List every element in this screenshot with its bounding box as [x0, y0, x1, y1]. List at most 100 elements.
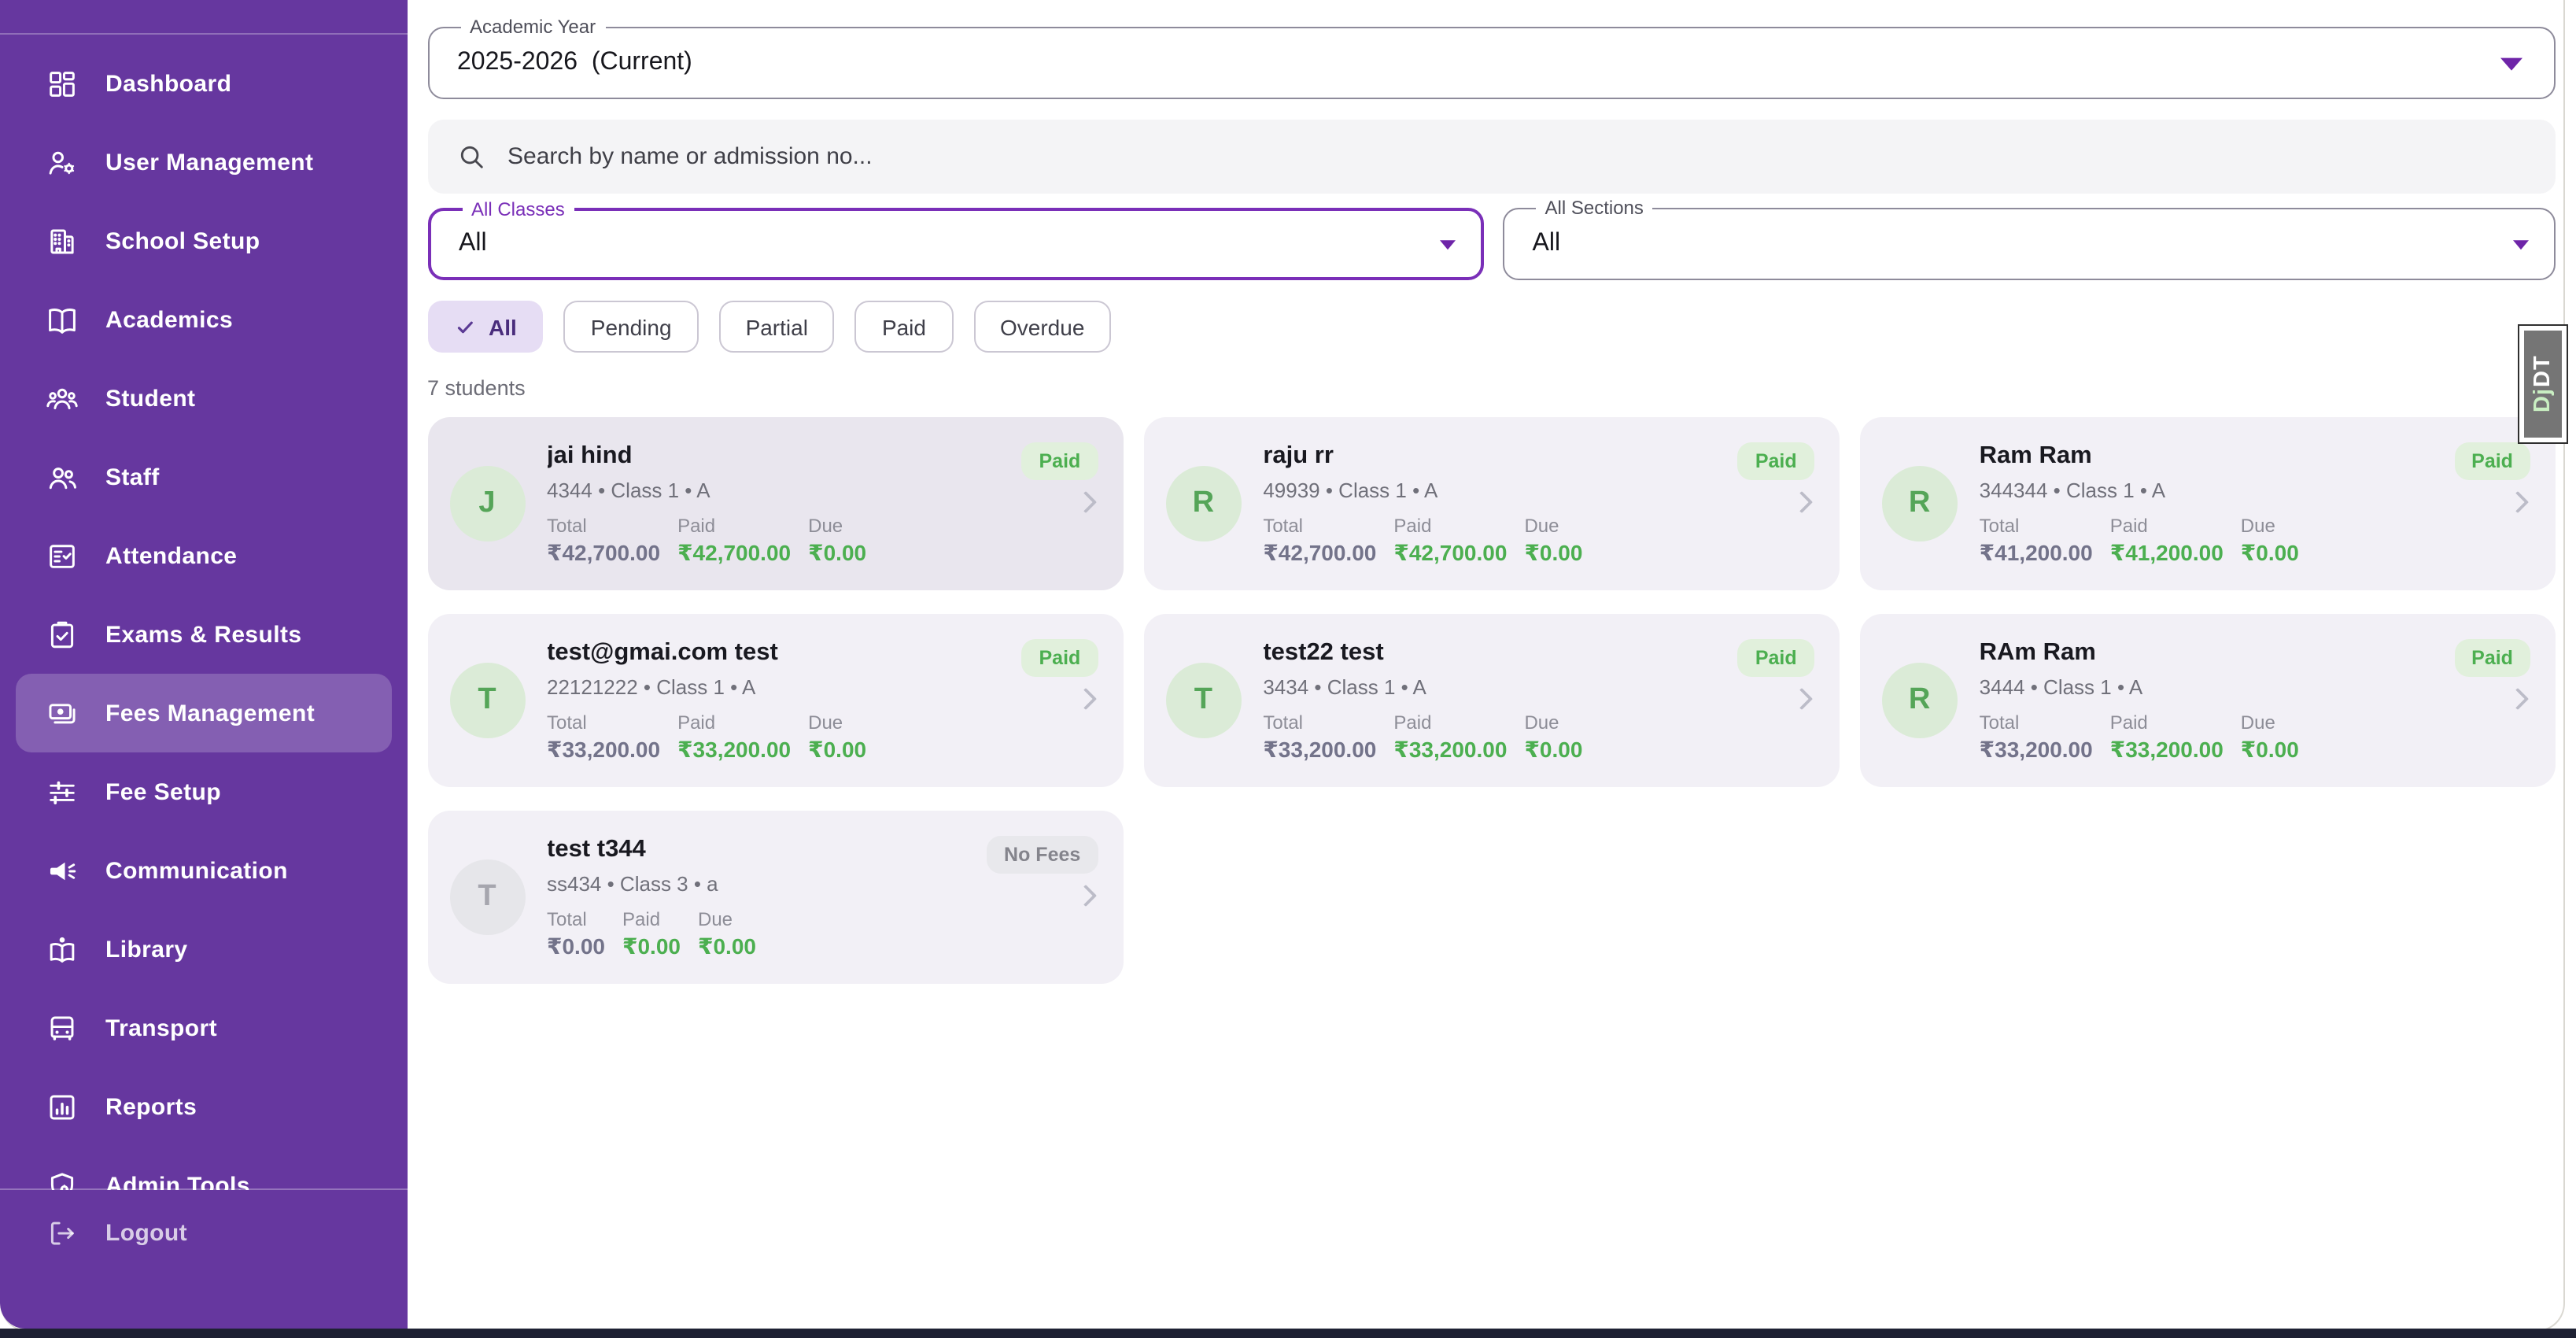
- sidebar-item-communication[interactable]: Communication: [0, 831, 407, 910]
- app-window: Academic Year 2025-2026 (Current) All Cl…: [0, 0, 2576, 1338]
- student-card-raju-rr[interactable]: R raju rr 49939 • Class 1 • A Total ₹42,…: [1143, 417, 1839, 590]
- paid-label: Paid: [677, 515, 791, 537]
- total-label: Total: [1980, 515, 2093, 537]
- paid-label: Paid: [2110, 515, 2224, 537]
- fee-stats: Total ₹33,200.00 Paid ₹33,200.00 Due ₹0.…: [547, 712, 1009, 763]
- staff-people-icon: [46, 460, 79, 493]
- student-search[interactable]: [427, 120, 2556, 194]
- open-book-icon: [46, 303, 79, 336]
- total-label: Total: [547, 712, 660, 734]
- sidebar-item-staff[interactable]: Staff: [0, 438, 407, 516]
- student-card-ram-ram[interactable]: R RAm Ram 3444 • Class 1 • A Total ₹33,2…: [1860, 614, 2556, 787]
- sidebar-item-dashboard[interactable]: Dashboard: [0, 44, 407, 123]
- student-card-test22-test[interactable]: T test22 test 3434 • Class 1 • A Total ₹…: [1143, 614, 1839, 787]
- sidebar-item-label: Library: [105, 936, 188, 963]
- status-chip-pending[interactable]: Pending: [564, 301, 699, 353]
- student-meta: 3444 • Class 1 • A: [1980, 675, 2442, 699]
- students-group-icon: [46, 382, 79, 415]
- student-info: Ram Ram 344344 • Class 1 • A Total ₹41,2…: [1980, 442, 2442, 567]
- due-stat: Due ₹0.00: [1524, 712, 1582, 763]
- due-label: Due: [1524, 712, 1582, 734]
- sidebar-item-label: Exams & Results: [105, 621, 301, 648]
- djdt-label-white: DT: [2530, 356, 2555, 388]
- due-stat: Due ₹0.00: [2241, 515, 2299, 567]
- status-chip-all[interactable]: All: [427, 301, 544, 353]
- django-debug-toolbar-handle[interactable]: DjDT: [2519, 326, 2566, 442]
- logout-button[interactable]: Logout: [0, 1193, 407, 1272]
- paid-value: ₹33,200.00: [1393, 737, 1507, 763]
- sidebar-item-user-management[interactable]: User Management: [0, 123, 407, 201]
- student-info: test@gmai.com test 22121222 • Class 1 • …: [547, 639, 1009, 763]
- search-input[interactable]: [507, 143, 2527, 170]
- fee-stats: Total ₹0.00 Paid ₹0.00 Due ₹0.00: [547, 908, 1009, 960]
- due-label: Due: [698, 908, 756, 930]
- total-stat: Total ₹33,200.00: [1263, 712, 1376, 763]
- dropdown-arrow-icon: [1440, 240, 1456, 249]
- paid-label: Paid: [2110, 712, 2224, 734]
- status-chip-overdue[interactable]: Overdue: [973, 301, 1111, 353]
- student-info: test22 test 3434 • Class 1 • A Total ₹33…: [1263, 639, 1725, 763]
- sidebar-item-transport[interactable]: Transport: [0, 989, 407, 1067]
- sidebar-item-reports[interactable]: Reports: [0, 1067, 407, 1146]
- sidebar-item-school-setup[interactable]: School Setup: [0, 201, 407, 280]
- status-badge: Paid: [1022, 639, 1098, 677]
- total-label: Total: [1980, 712, 2093, 734]
- status-badge: No Fees: [987, 836, 1098, 874]
- total-value: ₹0.00: [547, 933, 605, 960]
- sidebar-item-exams-results[interactable]: Exams & Results: [0, 595, 407, 674]
- section-filter-select[interactable]: All Sections All: [1503, 208, 2556, 280]
- due-stat: Due ₹0.00: [808, 515, 866, 567]
- paid-stat: Paid ₹33,200.00: [1393, 712, 1507, 763]
- sidebar-item-attendance[interactable]: Attendance: [0, 516, 407, 595]
- total-value: ₹42,700.00: [1263, 540, 1376, 567]
- logout-icon: [46, 1216, 79, 1249]
- avatar: R: [1882, 663, 1958, 738]
- due-value: ₹0.00: [808, 737, 866, 763]
- student-name: RAm Ram: [1980, 639, 2442, 667]
- sidebar-item-fee-setup[interactable]: Fee Setup: [0, 752, 407, 831]
- due-value: ₹0.00: [808, 540, 866, 567]
- sidebar-item-fees-management[interactable]: Fees Management: [16, 674, 391, 752]
- sidebar-header: [0, 0, 407, 35]
- status-chip-partial[interactable]: Partial: [719, 301, 835, 353]
- paid-stat: Paid ₹42,700.00: [1393, 515, 1507, 567]
- avatar-initial: T: [478, 880, 496, 915]
- total-value: ₹42,700.00: [547, 540, 660, 567]
- class-section-row: All Classes All All Sections All: [427, 208, 2556, 280]
- avatar-initial: T: [1194, 683, 1212, 718]
- payments-card-icon: [46, 697, 79, 730]
- chip-label: All: [489, 314, 517, 339]
- student-card-test-gmai-com-test[interactable]: T test@gmai.com test 22121222 • Class 1 …: [427, 614, 1123, 787]
- reports-chart-icon: [46, 1090, 79, 1123]
- due-label: Due: [2241, 712, 2299, 734]
- class-filter-select[interactable]: All Classes All: [427, 208, 1484, 280]
- sidebar-item-student[interactable]: Student: [0, 359, 407, 438]
- student-name: raju rr: [1263, 442, 1725, 471]
- student-card-ram-ram[interactable]: R Ram Ram 344344 • Class 1 • A Total ₹41…: [1860, 417, 2556, 590]
- total-value: ₹33,200.00: [1263, 737, 1376, 763]
- school-building-icon: [46, 224, 79, 257]
- window-bottom-edge: [0, 1329, 2576, 1338]
- due-stat: Due ₹0.00: [2241, 712, 2299, 763]
- due-label: Due: [1524, 515, 1582, 537]
- total-label: Total: [1263, 515, 1376, 537]
- sidebar-item-library[interactable]: Library: [0, 910, 407, 989]
- sidebar-item-label: Communication: [105, 857, 288, 884]
- paid-stat: Paid ₹41,200.00: [2110, 515, 2224, 567]
- chip-label: Pending: [591, 314, 672, 339]
- total-label: Total: [1263, 712, 1376, 734]
- academic-year-select[interactable]: Academic Year 2025-2026 (Current): [427, 27, 2556, 99]
- avatar: T: [449, 859, 525, 935]
- status-chip-paid[interactable]: Paid: [855, 301, 953, 353]
- student-name: jai hind: [547, 442, 1009, 471]
- paid-value: ₹41,200.00: [2110, 540, 2224, 567]
- sidebar-item-academics[interactable]: Academics: [0, 280, 407, 359]
- admin-shield-icon: [46, 1169, 79, 1190]
- student-meta: 4344 • Class 1 • A: [547, 479, 1009, 502]
- student-count: 7 students: [427, 375, 2556, 403]
- student-card-jai-hind[interactable]: J jai hind 4344 • Class 1 • A Total ₹42,…: [427, 417, 1123, 590]
- sidebar-item-admin-tools[interactable]: Admin Tools: [0, 1146, 407, 1190]
- dropdown-arrow-icon: [2500, 58, 2522, 71]
- student-name: test t344: [547, 836, 1009, 864]
- student-card-test-t344[interactable]: T test t344 ss434 • Class 3 • a Total ₹0…: [427, 811, 1123, 984]
